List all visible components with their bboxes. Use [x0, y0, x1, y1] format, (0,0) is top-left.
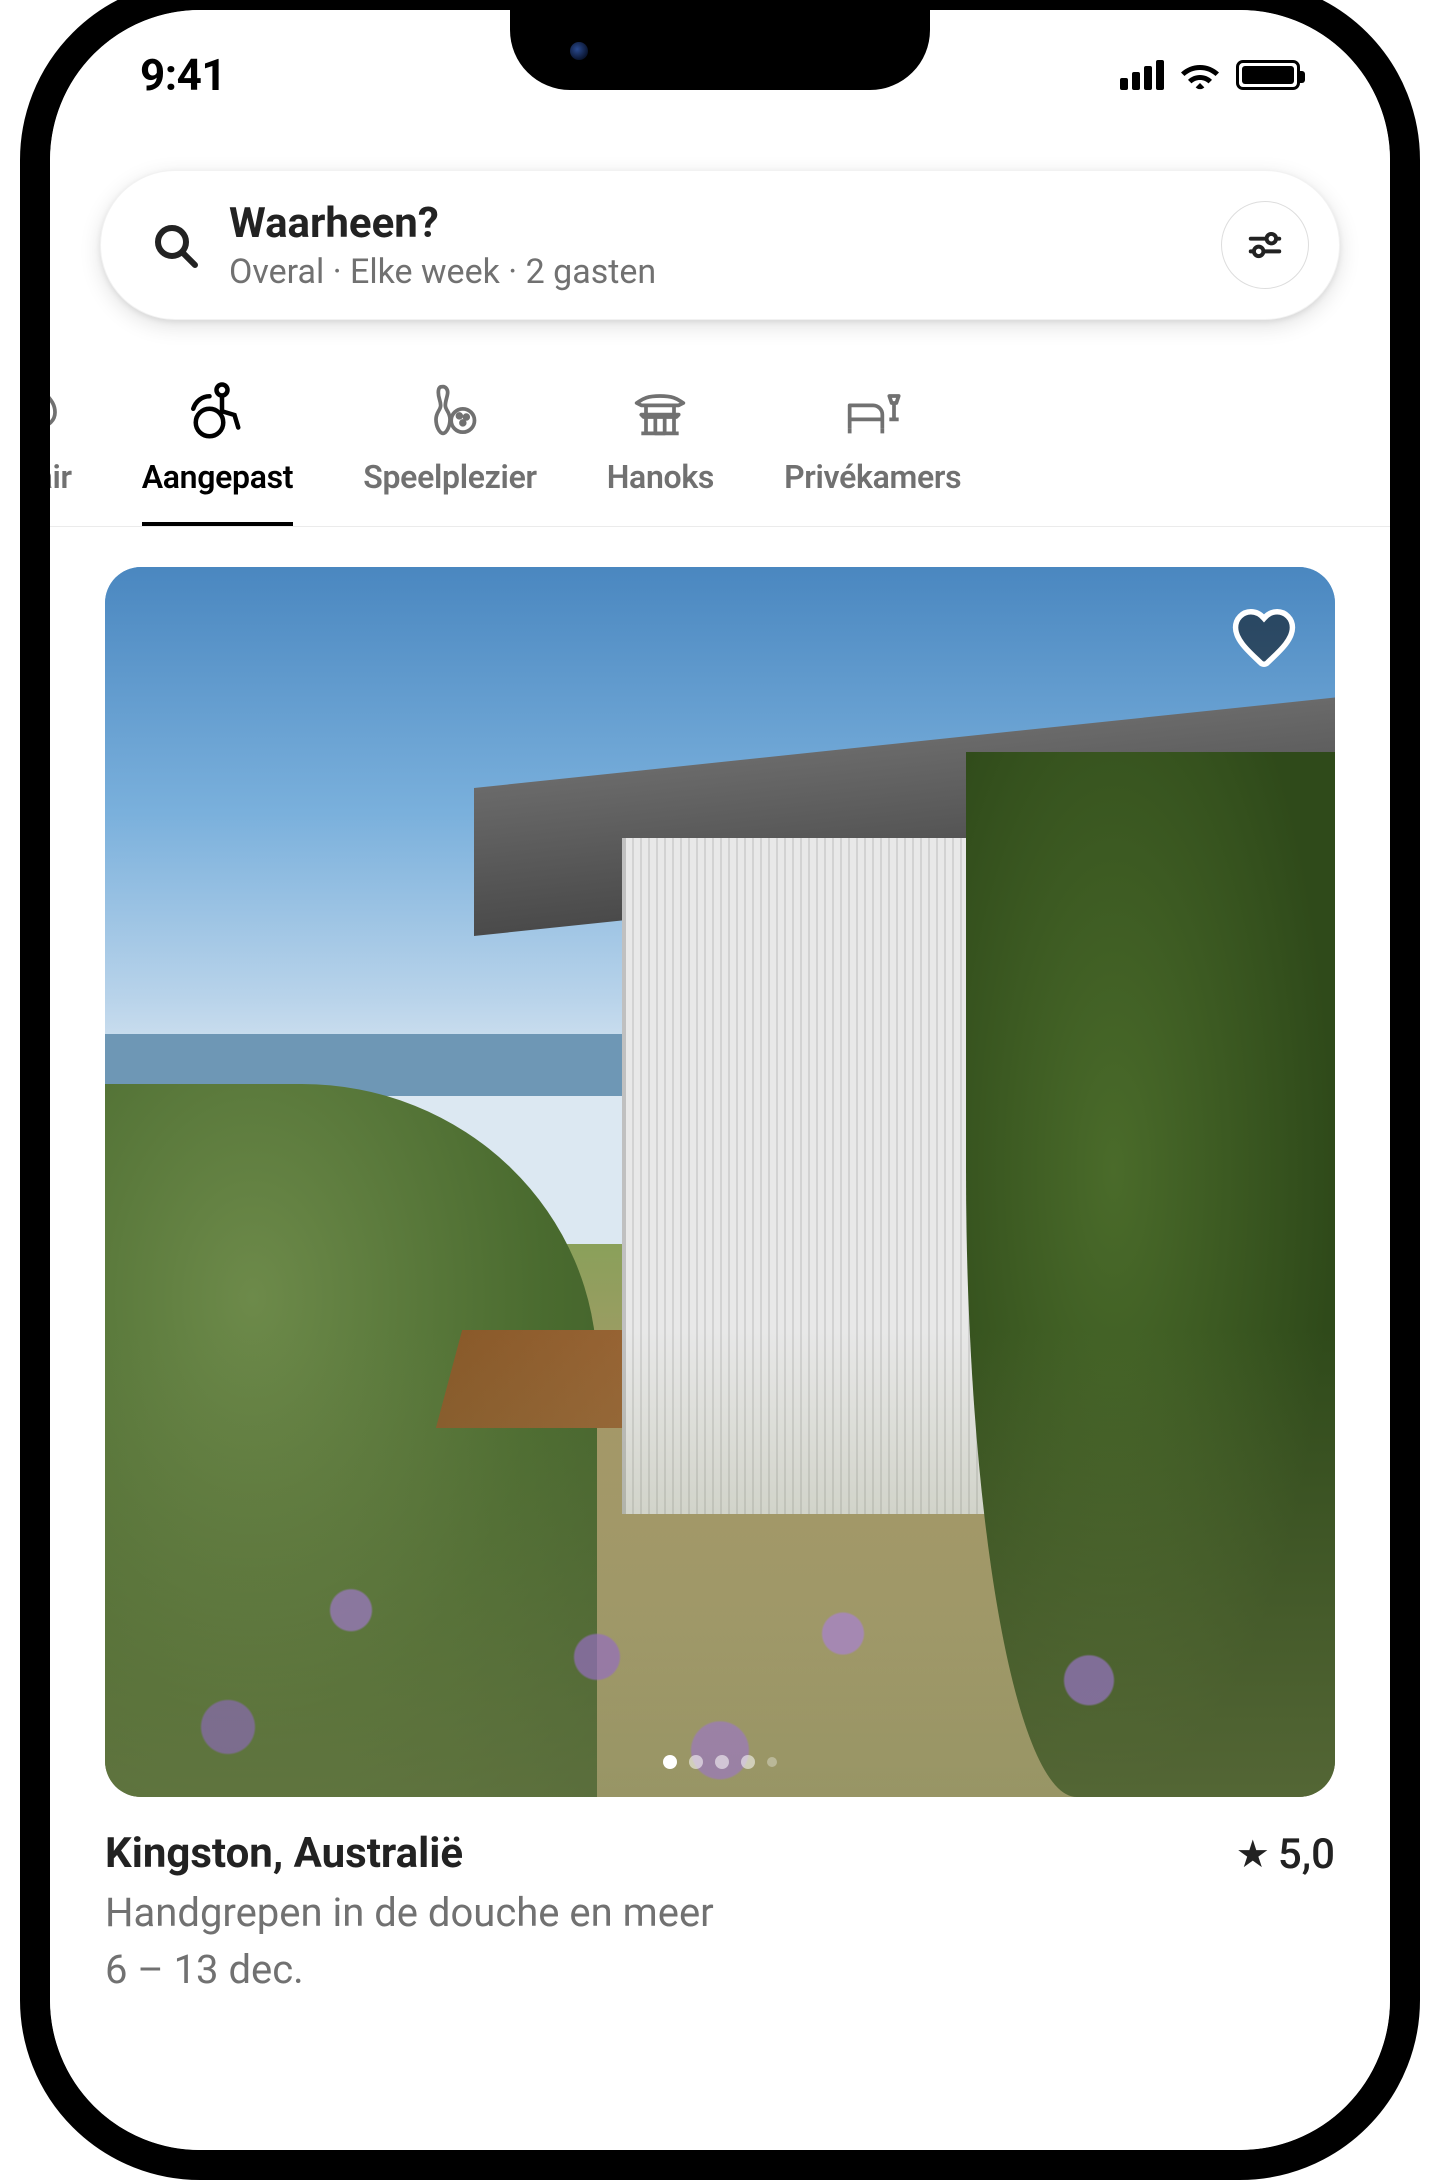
- status-time: 9:41: [140, 49, 226, 101]
- search-subtitle: Overal · Elke week · 2 gasten: [229, 252, 1191, 292]
- bed-lamp-icon: [843, 380, 903, 440]
- wifi-icon: [1180, 60, 1220, 90]
- cellular-signal-icon: [1120, 60, 1164, 90]
- listing-image-carousel[interactable]: [105, 567, 1335, 1797]
- sliders-icon: [1246, 226, 1284, 264]
- bowling-icon: [420, 380, 480, 440]
- star-icon: ★: [1236, 1832, 1270, 1877]
- category-label: Privékamers: [784, 458, 961, 496]
- listing-title: Kingston, Australië: [105, 1829, 463, 1878]
- heart-icon: [1229, 603, 1299, 673]
- category-label: ulair: [50, 458, 72, 496]
- battery-icon: [1236, 60, 1300, 90]
- category-tab-private-rooms[interactable]: Privékamers: [784, 380, 961, 526]
- hanok-icon: [630, 380, 690, 440]
- listing-rating: ★ 5,0: [1236, 1830, 1335, 1879]
- search-icon: [151, 221, 199, 269]
- category-tab-play[interactable]: Speelplezier: [363, 380, 536, 526]
- carousel-dots: [663, 1755, 777, 1769]
- category-tab-popular[interactable]: ulair: [50, 380, 72, 526]
- favorite-button[interactable]: [1229, 603, 1299, 673]
- search-bar[interactable]: Waarheen? Overal · Elke week · 2 gasten: [100, 170, 1340, 320]
- category-tab-hanoks[interactable]: Hanoks: [607, 380, 714, 526]
- category-tabs: ulair Aangepast: [50, 350, 1390, 527]
- category-label: Hanoks: [607, 458, 714, 496]
- device-notch: [510, 10, 930, 90]
- category-tab-adapted[interactable]: Aangepast: [142, 380, 294, 526]
- listing-subtitle: Handgrepen in de douche en meer: [105, 1889, 1335, 1936]
- category-label: Speelplezier: [363, 458, 536, 496]
- wheelchair-icon: [187, 380, 247, 440]
- category-label: Aangepast: [142, 458, 294, 496]
- search-title: Waarheen?: [229, 199, 1191, 248]
- flame-icon: [50, 380, 71, 440]
- filter-button[interactable]: [1221, 201, 1309, 289]
- listing-dates: 6 – 13 dec.: [105, 1946, 1335, 1993]
